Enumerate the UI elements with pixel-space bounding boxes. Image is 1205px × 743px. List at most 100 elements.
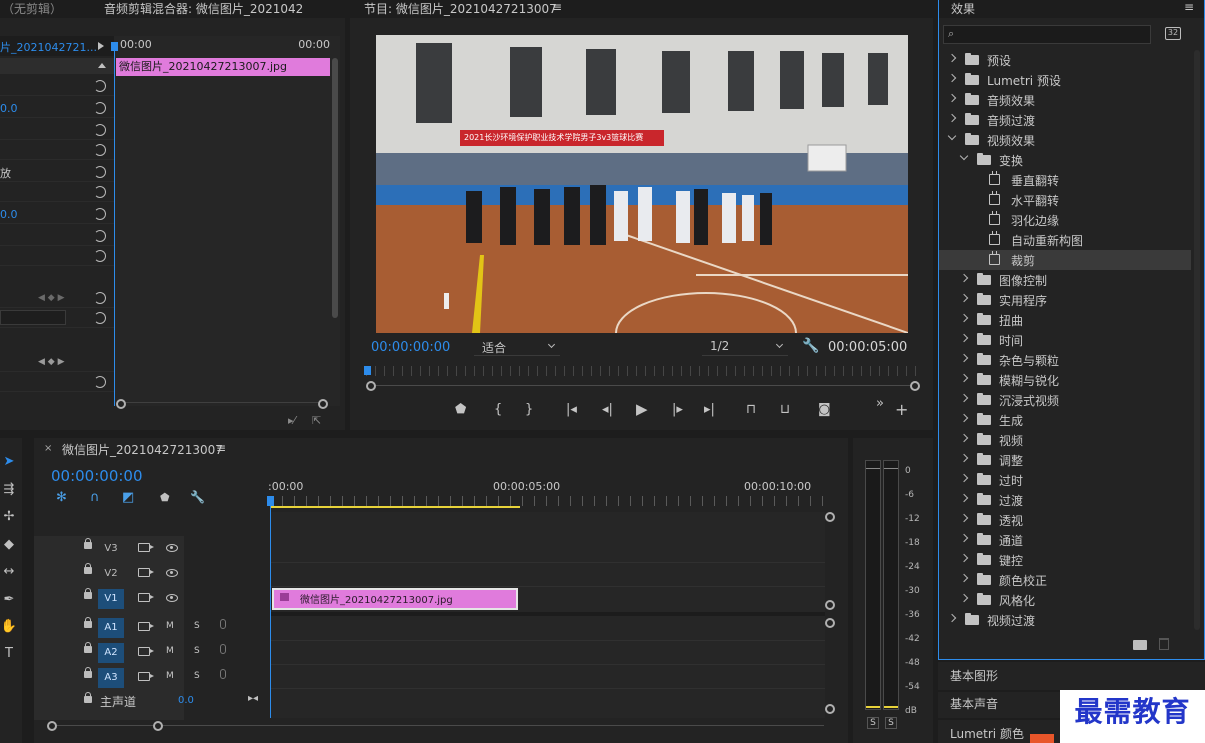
- mute-button[interactable]: M: [166, 671, 174, 681]
- program-title[interactable]: 节目: 微信图片_20210427213007: [364, 0, 557, 17]
- toggle-sync-icon[interactable]: [138, 568, 154, 577]
- nest-toggle-icon[interactable]: ✻: [56, 490, 67, 505]
- effect-item[interactable]: 音频效果: [939, 90, 1191, 110]
- meter-solo-left[interactable]: S: [867, 717, 879, 729]
- effect-item[interactable]: 羽化边缘: [939, 210, 1191, 230]
- ec-vertical-scrollbar[interactable]: [332, 58, 338, 318]
- step-back-icon[interactable]: ◂|: [602, 402, 613, 417]
- track-header[interactable]: V3: [34, 536, 270, 560]
- program-scrub-ruler[interactable]: [366, 366, 916, 376]
- track-target-toggle[interactable]: V1: [98, 589, 124, 609]
- slip-tool-icon[interactable]: ↔: [0, 564, 18, 582]
- effect-item[interactable]: 图像控制: [939, 270, 1191, 290]
- lock-icon[interactable]: [84, 692, 92, 703]
- trash-icon[interactable]: [1159, 638, 1169, 650]
- ec-playhead[interactable]: [114, 42, 115, 406]
- effect-item[interactable]: 生成: [939, 410, 1191, 430]
- track-header[interactable]: A1 M S: [34, 615, 270, 639]
- go-to-end-icon[interactable]: ▸◂: [248, 693, 258, 704]
- chevron-down-icon[interactable]: [959, 151, 969, 161]
- timeline-clip[interactable]: 微信图片_20210427213007.jpg: [272, 588, 518, 610]
- eye-icon[interactable]: [166, 544, 178, 552]
- eye-icon[interactable]: [166, 594, 178, 602]
- param-dropdown[interactable]: [0, 310, 66, 325]
- reset-icon[interactable]: [94, 102, 106, 114]
- razor-tool-icon[interactable]: ◆: [0, 537, 18, 555]
- chevron-right-icon[interactable]: [959, 433, 969, 443]
- effect-item[interactable]: 音频过渡: [939, 110, 1191, 130]
- button-editor-plus-icon[interactable]: +: [895, 400, 908, 419]
- reset-icon[interactable]: [94, 376, 106, 388]
- sync-lock-icon[interactable]: [138, 672, 154, 681]
- new-bin-icon[interactable]: [1133, 640, 1147, 650]
- lock-icon[interactable]: [84, 563, 92, 574]
- scroll-handle-left[interactable]: [116, 399, 126, 409]
- export-frame-icon[interactable]: ▸⁄: [288, 414, 295, 427]
- vscroll-knob-mid2[interactable]: [825, 618, 835, 628]
- close-icon[interactable]: ×: [44, 443, 52, 454]
- mic-icon[interactable]: [220, 669, 226, 679]
- chevron-down-icon[interactable]: [947, 131, 957, 141]
- lock-icon[interactable]: [84, 617, 92, 628]
- master-volume-value[interactable]: 0.0: [178, 695, 194, 706]
- effect-item[interactable]: 模糊与锐化: [939, 370, 1191, 390]
- mark-out-icon[interactable]: }: [525, 402, 533, 417]
- snap-icon[interactable]: ∩: [90, 490, 100, 505]
- param-value[interactable]: 0.0: [0, 102, 18, 115]
- vscroll-knob-mid1[interactable]: [825, 600, 835, 610]
- effect-item[interactable]: 透视: [939, 510, 1191, 530]
- chevron-right-icon[interactable]: [959, 293, 969, 303]
- linked-selection-icon[interactable]: ◩: [122, 490, 134, 505]
- hand-tool-icon[interactable]: ✋: [0, 619, 18, 637]
- effect-item[interactable]: 风格化: [939, 590, 1191, 610]
- play-icon[interactable]: ▶: [636, 400, 648, 418]
- effect-item[interactable]: 预设: [939, 50, 1191, 70]
- reset-icon[interactable]: [94, 208, 106, 220]
- effect-item[interactable]: 视频: [939, 430, 1191, 450]
- mute-button[interactable]: M: [166, 621, 174, 631]
- ec-clip-bar[interactable]: 微信图片_20210427213007.jpg: [116, 58, 330, 76]
- reset-icon[interactable]: [94, 144, 106, 156]
- vscroll-knob-top[interactable]: [825, 512, 835, 522]
- reset-icon[interactable]: [94, 124, 106, 136]
- effect-item[interactable]: 裁剪: [939, 250, 1191, 270]
- solo-button[interactable]: S: [194, 621, 200, 631]
- chevron-right-icon[interactable]: [959, 533, 969, 543]
- timeline-timecode[interactable]: 00:00:00:00: [51, 467, 143, 485]
- reset-icon[interactable]: [94, 230, 106, 242]
- mark-in-icon[interactable]: {: [494, 402, 502, 417]
- timeline-settings-wrench-icon[interactable]: 🔧: [190, 490, 205, 504]
- export-frame-camera-icon[interactable]: ◙: [818, 402, 831, 417]
- panel-menu-icon[interactable]: ≡: [552, 0, 562, 14]
- more-controls-icon[interactable]: »: [876, 396, 884, 411]
- effects-scrollbar[interactable]: [1194, 50, 1200, 630]
- selection-tool-icon[interactable]: ➤: [0, 454, 18, 472]
- lock-icon[interactable]: [84, 642, 92, 653]
- add-marker-icon[interactable]: ⬟: [455, 402, 466, 417]
- sync-lock-icon[interactable]: [138, 647, 154, 656]
- reset-icon[interactable]: [94, 292, 106, 304]
- timeline-playhead[interactable]: [270, 496, 271, 718]
- track-header[interactable]: A2 M S: [34, 640, 270, 664]
- extract-icon[interactable]: ⊔: [780, 402, 790, 417]
- effect-item[interactable]: 时间: [939, 330, 1191, 350]
- zoom-handle-left[interactable]: [366, 381, 376, 391]
- track-header[interactable]: V2: [34, 561, 270, 585]
- chevron-right-icon[interactable]: [959, 513, 969, 523]
- reset-icon[interactable]: [94, 250, 106, 262]
- collapse-bar[interactable]: [0, 58, 114, 74]
- type-tool-icon[interactable]: T: [0, 646, 18, 664]
- chevron-right-icon[interactable]: [959, 593, 969, 603]
- solo-button[interactable]: S: [194, 671, 200, 681]
- mixer-tab[interactable]: 音频剪辑混合器: 微信图片_2021042: [104, 0, 303, 17]
- effect-item[interactable]: 变换: [939, 150, 1191, 170]
- quality-dropdown[interactable]: 1/2: [702, 338, 788, 356]
- effect-item[interactable]: 沉浸式视频: [939, 390, 1191, 410]
- track-target-toggle[interactable]: V2: [98, 564, 124, 584]
- reset-icon[interactable]: [94, 80, 106, 92]
- audio-track-area[interactable]: [270, 616, 825, 718]
- sync-lock-icon[interactable]: [138, 622, 154, 631]
- chevron-right-icon[interactable]: [959, 353, 969, 363]
- effect-item[interactable]: 调整: [939, 450, 1191, 470]
- chevron-right-icon[interactable]: [959, 333, 969, 343]
